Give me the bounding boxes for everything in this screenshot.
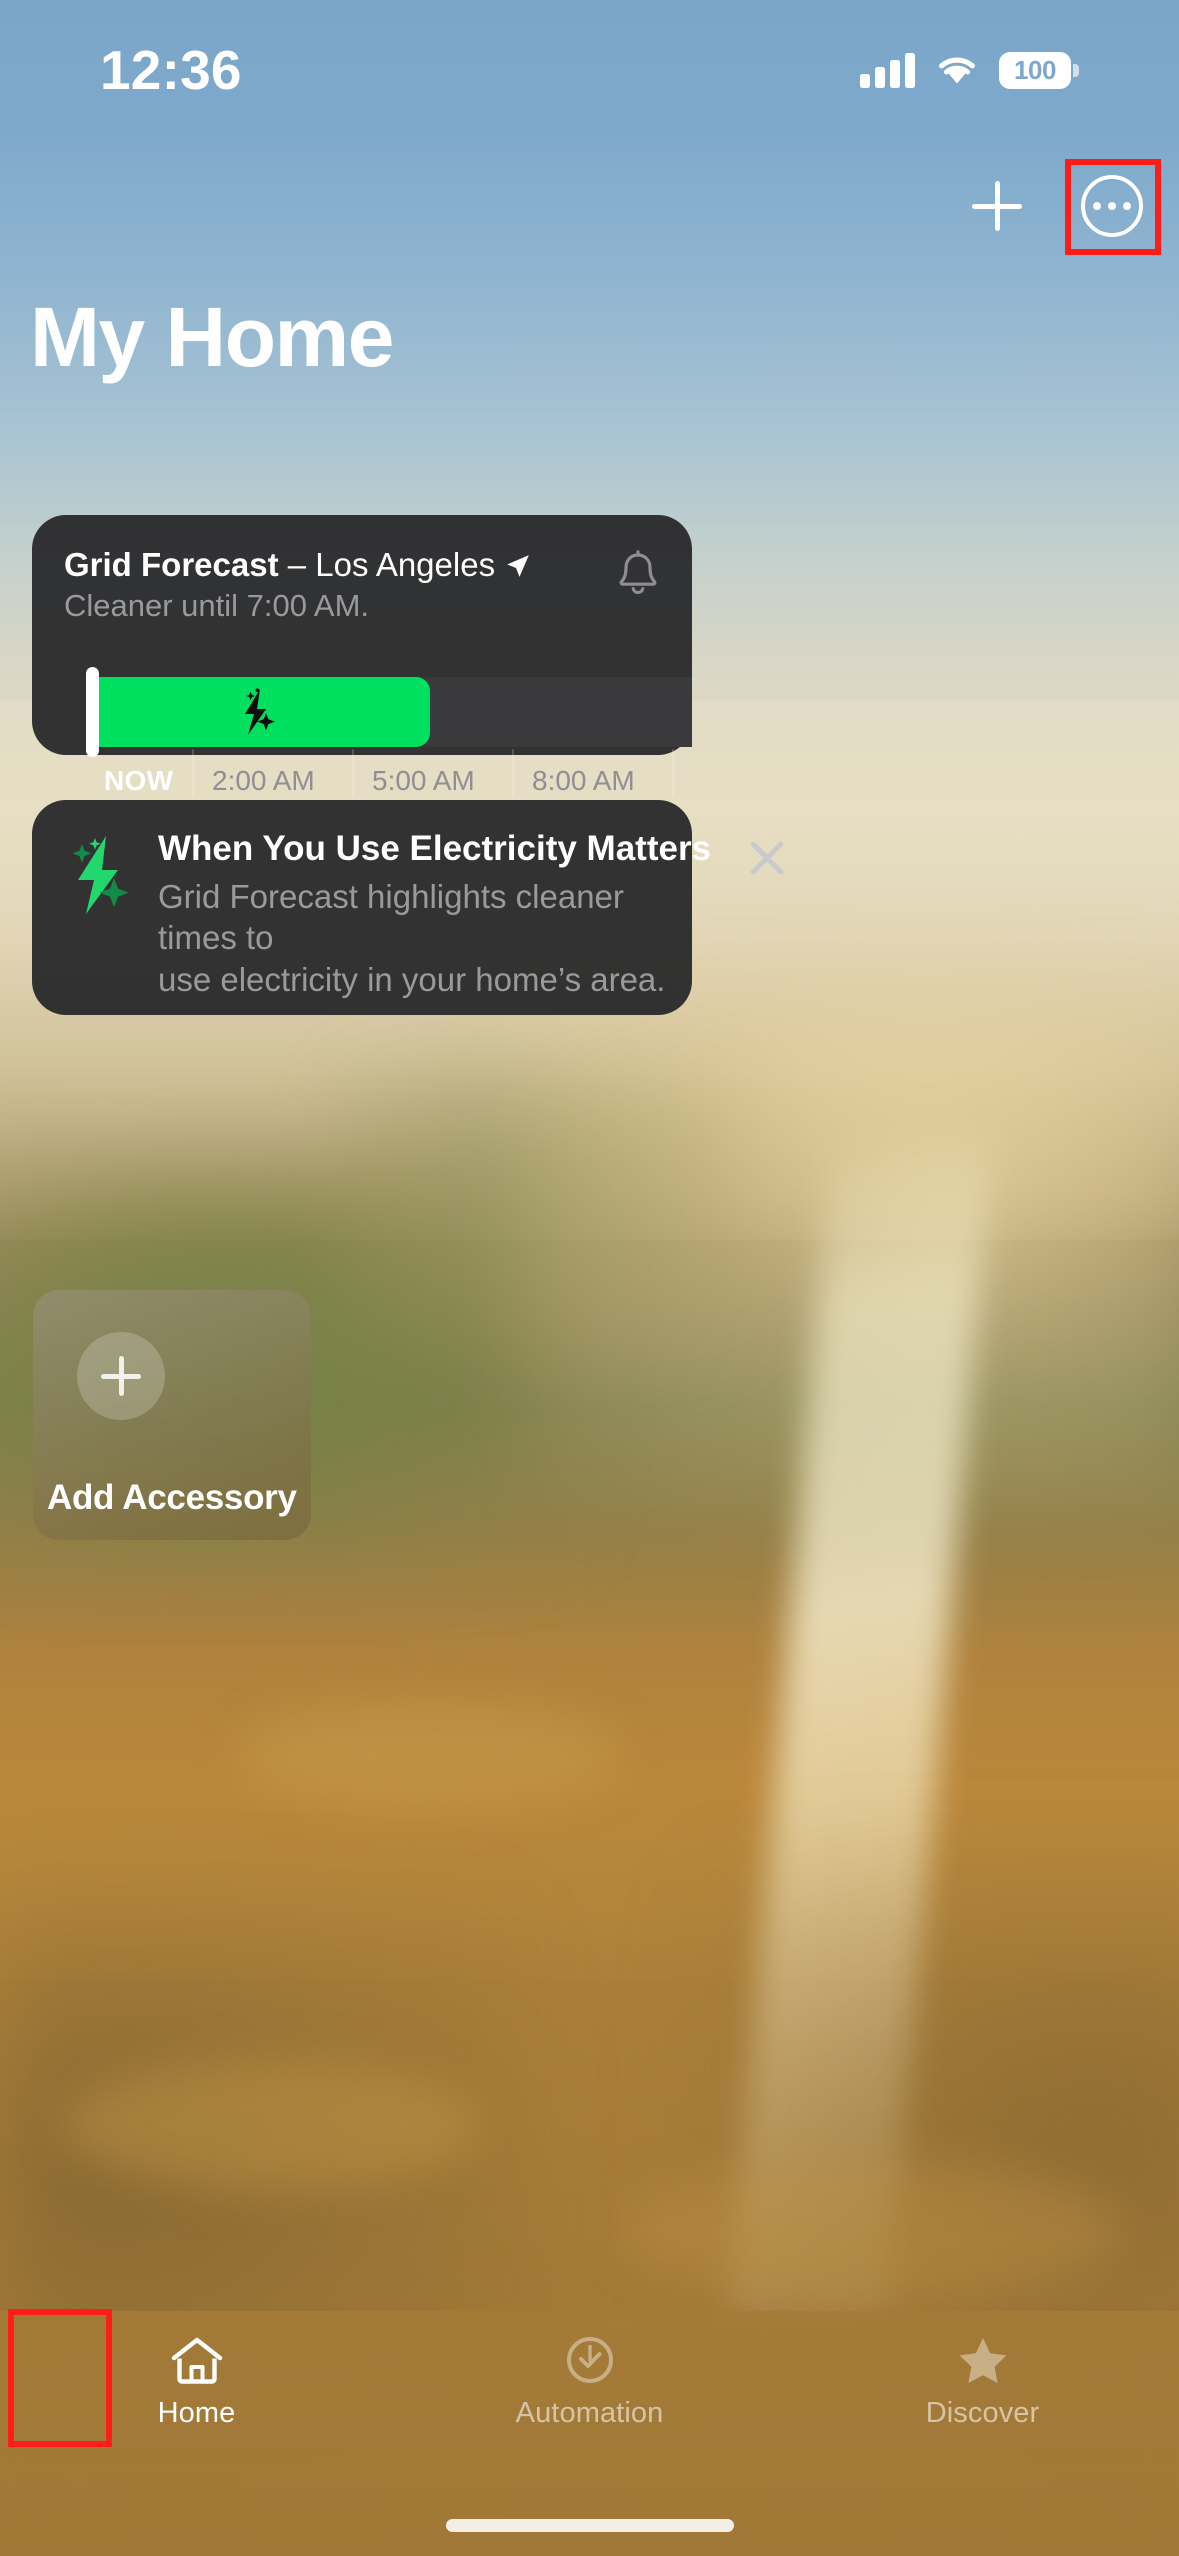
page-title: My Home xyxy=(30,290,394,384)
location-arrow-icon xyxy=(507,555,529,577)
grid-forecast-card[interactable]: Grid Forecast – Los Angeles Cleaner unti… xyxy=(32,515,692,797)
add-accessory-label: Add Accessory xyxy=(47,1478,297,1517)
grid-forecast-title-bold: Grid Forecast xyxy=(64,546,279,583)
grid-forecast-title: Grid Forecast – Los Angeles xyxy=(64,545,616,585)
ellipsis-dot xyxy=(1123,202,1131,210)
status-bar: 12:36 100 xyxy=(0,0,1179,120)
tab-discover-label: Discover xyxy=(925,2397,1040,2429)
timeline-tick-label: 8:00 AM xyxy=(532,765,635,796)
wifi-icon xyxy=(939,57,975,84)
info-card-title: When You Use Electricity Matters xyxy=(158,829,712,868)
add-accessory-tile[interactable]: Add Accessory xyxy=(33,1290,311,1540)
timeline-tick-label: 5:00 AM xyxy=(372,765,475,796)
house-icon xyxy=(171,2337,222,2384)
timeline-now-label: NOW xyxy=(104,765,174,796)
info-card-row: When You Use Electricity Matters Grid Fo… xyxy=(62,828,711,1000)
ellipsis-dot xyxy=(1093,202,1101,210)
tab-bar: Home Automation Discover xyxy=(0,2309,1179,2556)
wallpaper-blur-streak-b xyxy=(620,2160,1120,2300)
signal-bars-icon xyxy=(860,52,915,88)
status-bar-indicators: 100 xyxy=(860,51,1079,89)
ellipsis-dot xyxy=(1108,202,1116,210)
header-action-buttons xyxy=(968,159,1161,255)
tab-discover[interactable]: Discover xyxy=(786,2333,1179,2430)
timeline-tick-label: 2:00 AM xyxy=(212,765,315,796)
more-options-button[interactable] xyxy=(1081,175,1143,237)
grid-forecast-subtitle: Cleaner until 7:00 AM. xyxy=(64,588,370,624)
add-button[interactable] xyxy=(968,177,1026,235)
grid-forecast-header: Grid Forecast – Los Angeles Cleaner unti… xyxy=(64,545,660,626)
tab-automation[interactable]: Automation xyxy=(393,2333,786,2430)
timeline-tick-mark xyxy=(192,749,194,797)
timeline-tick-mark xyxy=(672,749,674,797)
info-card-body-line-1: Grid Forecast highlights cleaner times t… xyxy=(158,878,624,957)
grid-forecast-title-block: Grid Forecast – Los Angeles Cleaner unti… xyxy=(64,545,616,626)
more-options-button-wrapper xyxy=(1065,159,1161,255)
bolt-sparkle-icon xyxy=(72,836,129,914)
wallpaper-blur-streak-a xyxy=(60,2060,480,2190)
timeline-tick-mark xyxy=(512,749,514,797)
bolt-sparkle-icon xyxy=(245,688,275,735)
electricity-info-card[interactable]: When You Use Electricity Matters Grid Fo… xyxy=(32,800,711,1015)
battery-full-icon: 100 xyxy=(999,51,1079,89)
info-card-body-line-2: use electricity in your home’s area. xyxy=(158,960,666,998)
home-indicator xyxy=(445,2519,734,2532)
timeline-clean-window-bar xyxy=(86,677,430,747)
bell-icon[interactable] xyxy=(616,549,660,597)
battery-percentage: 100 xyxy=(1014,54,1056,85)
tab-home[interactable]: Home xyxy=(0,2309,393,2447)
info-card-text: When You Use Electricity Matters Grid Fo… xyxy=(158,828,721,1000)
timeline-now-marker xyxy=(86,667,99,757)
status-bar-time: 12:36 xyxy=(100,38,242,101)
tab-home-label: Home xyxy=(157,2397,236,2429)
grid-forecast-timeline[interactable] xyxy=(64,667,692,757)
timeline-tick-mark xyxy=(352,749,354,797)
home-tab-highlight-annotation xyxy=(8,2309,112,2447)
wallpaper-blur-streak-c xyxy=(240,1700,620,1810)
tab-automation-label: Automation xyxy=(515,2397,664,2429)
grid-forecast-title-location: – Los Angeles xyxy=(278,546,496,583)
star-icon xyxy=(959,2338,1006,2383)
clock-check-icon xyxy=(566,2337,613,2383)
plus-icon[interactable] xyxy=(77,1332,165,1420)
close-icon[interactable] xyxy=(743,834,791,882)
